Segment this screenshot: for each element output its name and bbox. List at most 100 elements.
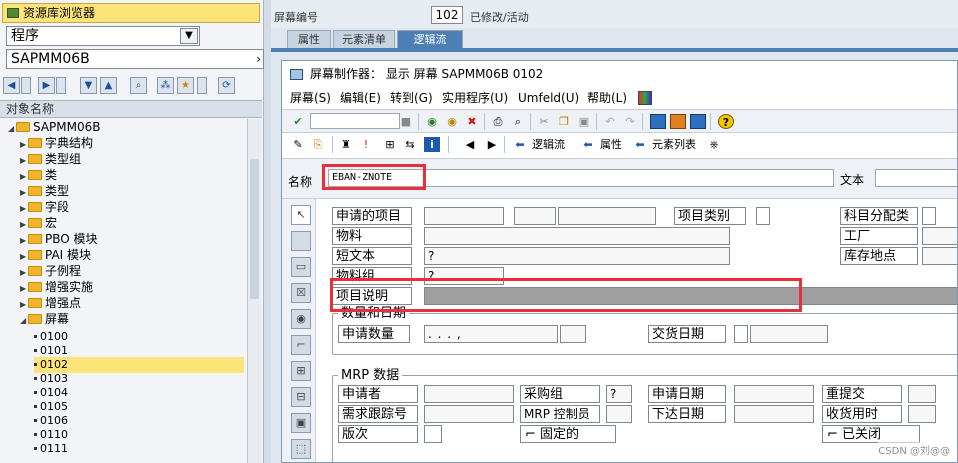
info-icon[interactable]: i [424,137,440,152]
tree-folder[interactable]: ▶ 字典结构 [20,135,93,151]
where-used-icon[interactable]: ⇆ [402,137,418,152]
field-acct-assign[interactable] [922,207,936,225]
tree-folder[interactable]: ▶ PBO 模块 [20,231,98,247]
text-field[interactable] [875,169,957,187]
field-deliv-date[interactable] [750,325,828,343]
object-type-select[interactable]: 程序 ▼ [6,26,200,46]
tree-folder[interactable]: ▶ 增强实施 [20,279,93,295]
label-mrp-controller[interactable]: MRP 控制员 [520,405,600,423]
expanded-arrow-icon[interactable]: ◢ [8,121,16,137]
chevron-down-icon[interactable]: ▼ [180,28,198,44]
label-requisitioner[interactable]: 申请者 [338,385,418,403]
label-req-item[interactable]: 申请的项目 [332,207,412,225]
tree-folder[interactable]: ▶ 类型组 [20,151,81,167]
field-req-item-3[interactable] [558,207,656,225]
tree-folder[interactable]: ▶ 类型 [20,183,69,199]
tree-folder-screens[interactable]: ◢ 屏幕 [20,311,69,327]
hierarchy-icon[interactable]: ⁂ [157,77,174,94]
checkbox-tool-icon[interactable]: ☒ [291,283,311,303]
menu-help[interactable]: 帮助(L) [587,87,627,109]
help-icon[interactable]: ? [718,114,734,129]
tab-attributes[interactable]: 属性 [287,30,331,48]
tree-folder[interactable]: ▶ PAI 模块 [20,247,91,263]
flow-logic-button[interactable]: 逻辑流 [532,137,572,152]
save-icon[interactable]: ■ [398,114,414,129]
layout-icon-3[interactable] [690,114,706,129]
layout-icon-2[interactable] [670,114,686,129]
forward-arrow-icon[interactable]: ▶ [38,77,55,94]
subscreen-tool-icon[interactable]: ▣ [291,413,311,433]
prev-icon[interactable]: ◀ [462,137,478,152]
tree-folder[interactable]: ▶ 增强点 [20,295,81,311]
expand-arrow-icon[interactable]: ▼ [80,77,97,94]
edit-pencil-icon[interactable]: ✎ [290,137,306,152]
field-item-cat[interactable] [756,207,770,225]
element-list-button[interactable]: 元素列表 [652,137,704,152]
custom-control-tool-icon[interactable]: ⬚ [291,439,311,459]
field-version[interactable] [424,425,442,443]
back-icon[interactable]: ◉ [424,114,440,129]
menu-screen[interactable]: 屏幕(S) [290,87,331,109]
object-name-input[interactable]: SAPMM06B › [6,49,264,69]
field-tracking-no[interactable] [424,405,514,423]
command-field[interactable] [310,113,400,129]
menu-environment[interactable]: Umfeld(U) [518,87,579,109]
label-item-cat[interactable]: 项目类别 [674,207,746,225]
label-deliv-date[interactable]: 交货日期 [648,325,726,343]
field-req-qty[interactable]: . . . , [424,325,558,343]
hierarchy-icon[interactable]: ♜ [338,137,354,152]
label-stor-loc[interactable]: 库存地点 [840,247,918,265]
input-field-tool-icon[interactable]: ▭ [291,257,311,277]
scrollbar-thumb[interactable] [250,159,259,299]
field-resubmit[interactable] [908,385,936,403]
favorites-dropdown-icon[interactable] [197,77,207,94]
field-req-item-2[interactable] [514,207,556,225]
tree-scrollbar[interactable] [247,119,261,463]
paste-icon[interactable]: ▣ [576,114,592,129]
redo-icon[interactable]: ↷ [622,114,638,129]
field-release-date[interactable] [734,405,814,423]
find-icon[interactable]: ⌕ [510,114,526,129]
table-tool-icon[interactable]: ⊞ [291,361,311,381]
label-tracking-no[interactable]: 需求跟踪号 [338,405,418,423]
field-req-item-1[interactable] [424,207,504,225]
label-version[interactable]: 版次 [338,425,418,443]
label-short-text[interactable]: 短文本 [332,247,412,265]
label-acct-assign[interactable]: 科目分配类 [840,207,918,225]
field-purch-group[interactable]: ? [606,385,632,403]
back-dropdown-icon[interactable] [21,77,31,94]
field-deliv-date-type[interactable] [734,325,748,343]
layout-editor-icon[interactable]: ⊞ [382,137,398,152]
screen-number-field[interactable]: 102 [431,6,463,24]
display-change-icon[interactable]: ⎘ [310,137,326,152]
tab-element-list[interactable]: 元素清单 [333,30,395,48]
label-material[interactable]: 物料 [332,227,412,245]
test-icon[interactable]: ! [358,137,374,152]
tree-folder[interactable]: ▶ 类 [20,167,57,183]
tree-folder[interactable]: ▶ 宏 [20,215,57,231]
tabstrip-tool-icon[interactable]: ⊟ [291,387,311,407]
layout-icon-1[interactable] [650,114,666,129]
check-icon[interactable]: ✔ [290,114,306,129]
tree-folder[interactable]: ▶ 字段 [20,199,69,215]
checkbox-closed[interactable]: ⌐ 已关闭 [822,425,920,443]
binoculars-icon[interactable]: ⌕ [130,77,147,94]
text-field-tool-icon[interactable] [291,231,311,251]
field-short-text[interactable]: ? [424,247,730,265]
tree-screen-item[interactable]: 0111 [34,441,244,457]
frame-tool-icon[interactable]: ⌐ [291,335,311,355]
favorites-icon[interactable]: ★ [177,77,194,94]
forward-dropdown-icon[interactable] [56,77,66,94]
field-gr-time[interactable] [908,405,936,423]
attributes-button[interactable]: 属性 [600,137,628,152]
settings-icon[interactable]: ⎈ [706,137,722,152]
exit-icon[interactable]: ◉ [444,114,460,129]
field-plant[interactable] [922,227,957,245]
cancel-icon[interactable]: ✖ [464,114,480,129]
menu-utilities[interactable]: 实用程序(U) [442,87,508,109]
field-mrp-controller[interactable] [606,405,632,423]
label-purch-group[interactable]: 采购组 [520,385,600,403]
checkbox-fixed[interactable]: ⌐ 固定的 [520,425,616,443]
pointer-icon[interactable]: ↖ [291,205,311,225]
expanded-arrow-icon[interactable]: ◢ [20,313,28,329]
